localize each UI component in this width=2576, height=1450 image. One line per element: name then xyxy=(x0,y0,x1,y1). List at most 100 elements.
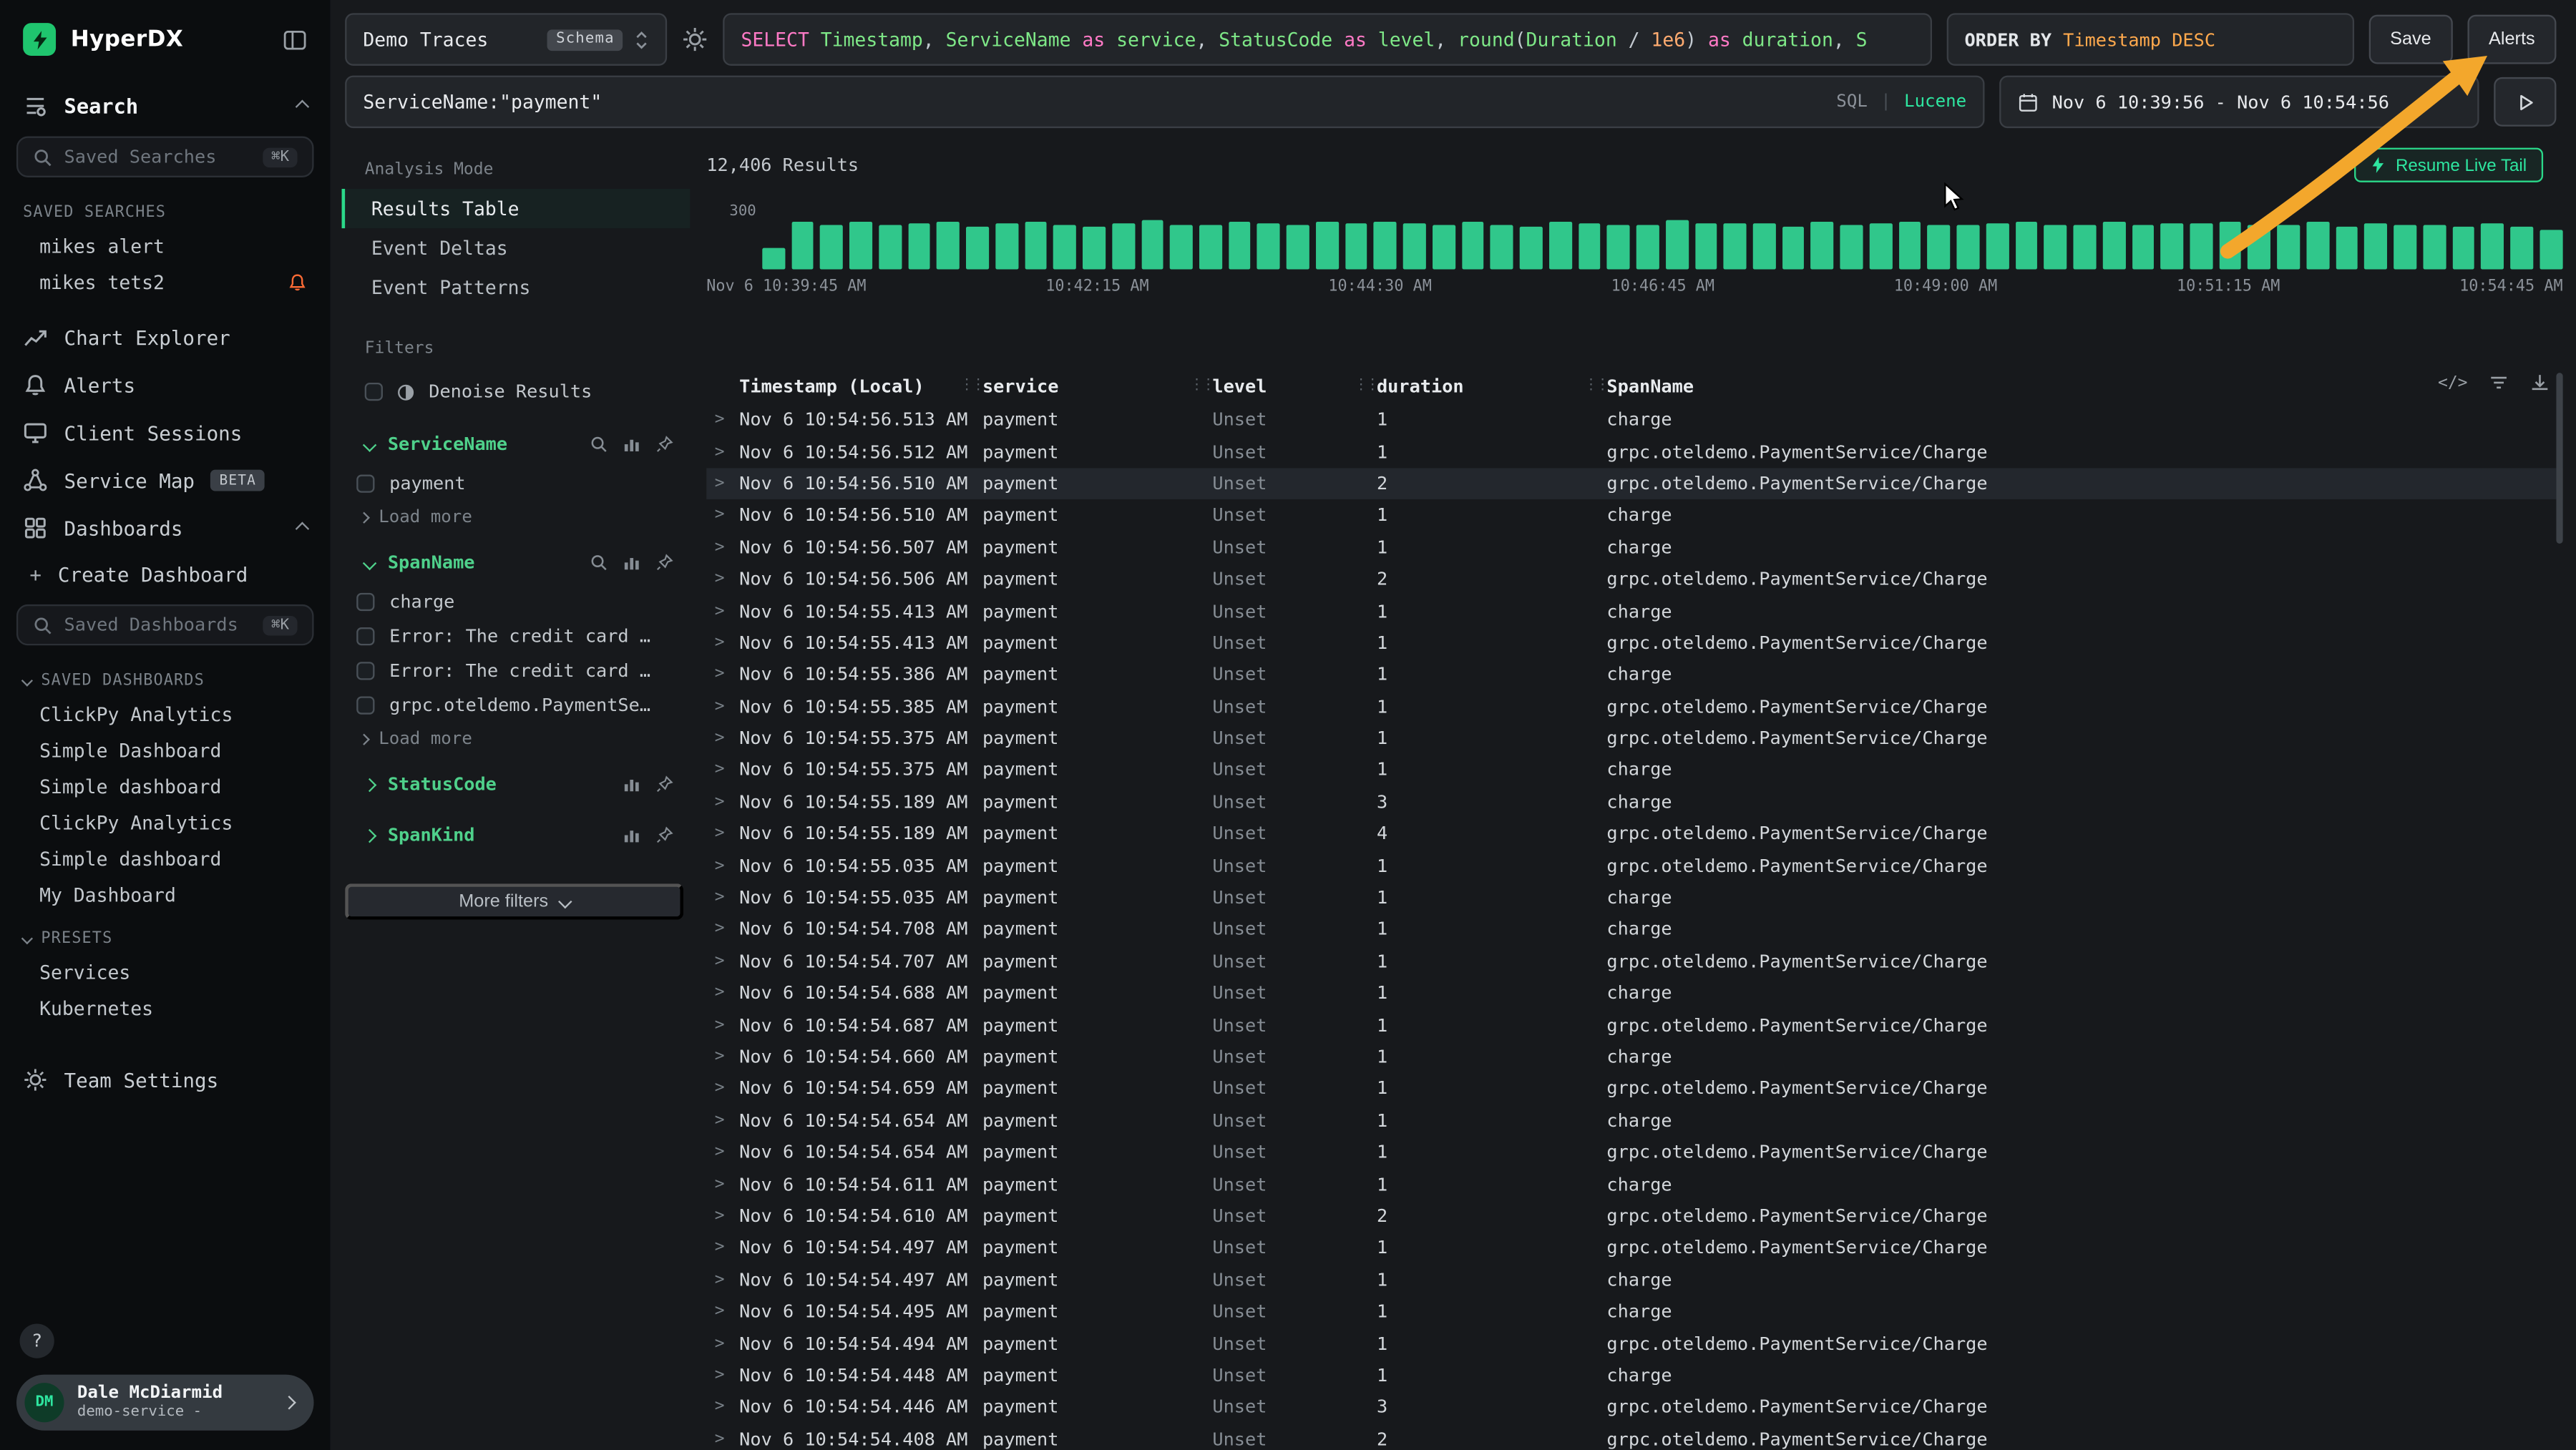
table-row[interactable]: >Nov 6 10:54:56.513 AMpaymentUnset1charg… xyxy=(706,404,2562,436)
histogram-bar[interactable] xyxy=(1433,225,1455,270)
histogram-bar[interactable] xyxy=(821,224,844,269)
histogram-bar[interactable] xyxy=(762,249,785,270)
histogram-bar[interactable] xyxy=(1782,226,1805,270)
facet-checkbox[interactable] xyxy=(356,475,374,493)
analysis-mode-item[interactable]: Results Table xyxy=(342,189,691,228)
histogram-bar[interactable] xyxy=(2394,224,2416,269)
histogram-bar[interactable] xyxy=(1462,222,1485,269)
row-expand-icon[interactable]: > xyxy=(706,1398,739,1416)
presets-heading[interactable]: PRESETS xyxy=(0,913,330,954)
sidebar-item-service-map[interactable]: Service Map BETA xyxy=(0,456,330,504)
histogram-bar[interactable] xyxy=(1316,222,1339,270)
table-row[interactable]: >Nov 6 10:54:54.687 AMpaymentUnset1grpc.… xyxy=(706,1009,2562,1042)
saved-dashboard-item[interactable]: Simple Dashboard xyxy=(0,733,330,769)
search-query-input[interactable] xyxy=(363,90,1823,113)
resume-live-tail-button[interactable]: Resume Live Tail xyxy=(2355,148,2543,182)
facet-header[interactable]: StatusCode xyxy=(342,762,691,806)
histogram-bar[interactable] xyxy=(1898,222,1921,270)
histogram-bar[interactable] xyxy=(966,226,989,269)
histogram-bar[interactable] xyxy=(2540,229,2562,269)
histogram-bar[interactable] xyxy=(2248,225,2271,269)
histogram-bar[interactable] xyxy=(1112,222,1135,269)
column-header[interactable]: ⋮⋮duration xyxy=(1377,376,1606,397)
sql-mode-toggle[interactable]: SQL xyxy=(1836,92,1868,112)
date-range-picker[interactable]: Nov 6 10:39:56 - Nov 6 10:54:56 xyxy=(1999,76,2479,128)
preset-item[interactable]: Kubernetes xyxy=(0,990,330,1027)
saved-dashboard-item[interactable]: ClickPy Analytics xyxy=(0,805,330,841)
histogram-bar[interactable] xyxy=(1840,225,1863,269)
histogram-bar[interactable] xyxy=(2190,223,2212,270)
row-expand-icon[interactable]: > xyxy=(706,1207,739,1225)
row-expand-icon[interactable]: > xyxy=(706,1079,739,1097)
column-resize-handle[interactable]: ⋮⋮ xyxy=(1584,377,1606,393)
row-expand-icon[interactable]: > xyxy=(706,1430,739,1448)
row-expand-icon[interactable]: > xyxy=(706,1175,739,1193)
histogram-bar[interactable] xyxy=(1928,224,1951,269)
source-settings-gear-icon[interactable] xyxy=(682,26,708,53)
row-expand-icon[interactable]: > xyxy=(706,570,739,588)
saved-search-item[interactable]: mikes alert xyxy=(0,228,330,265)
histogram-bar[interactable] xyxy=(1811,222,1834,270)
histogram-bar[interactable] xyxy=(2015,221,2038,269)
facet-option[interactable]: Error: The credit card … xyxy=(342,654,691,688)
histogram-bar[interactable] xyxy=(2132,225,2155,269)
column-resize-handle[interactable]: ⋮⋮ xyxy=(1189,377,1212,393)
table-row[interactable]: >Nov 6 10:54:54.688 AMpaymentUnset1charg… xyxy=(706,977,2562,1009)
histogram-bar[interactable] xyxy=(1520,226,1543,270)
histogram-bar[interactable] xyxy=(1229,222,1252,270)
row-expand-icon[interactable]: > xyxy=(706,634,739,652)
histogram-bar[interactable] xyxy=(2161,224,2184,270)
row-expand-icon[interactable]: > xyxy=(706,1048,739,1066)
row-expand-icon[interactable]: > xyxy=(706,1366,739,1384)
row-expand-icon[interactable]: > xyxy=(706,538,739,556)
histogram-bar[interactable] xyxy=(2423,225,2446,269)
row-expand-icon[interactable]: > xyxy=(706,984,739,1002)
row-expand-icon[interactable]: > xyxy=(706,506,739,524)
facet-option[interactable]: grpc.oteldemo.PaymentSe… xyxy=(342,688,691,722)
histogram-bar[interactable] xyxy=(2102,222,2125,270)
saved-dashboards-heading[interactable]: SAVED DASHBOARDS xyxy=(0,655,330,696)
results-histogram[interactable]: 300 Nov 6 10:39:45 AM10:42:15 AM10:44:30… xyxy=(706,215,2562,296)
row-expand-icon[interactable]: > xyxy=(706,443,739,461)
sidebar-item-client-sessions[interactable]: Client Sessions xyxy=(0,409,330,457)
histogram-bar[interactable] xyxy=(2306,222,2329,269)
table-row[interactable]: >Nov 6 10:54:55.385 AMpaymentUnset1grpc.… xyxy=(706,690,2562,722)
saved-dashboards-search[interactable]: ⌘K xyxy=(16,604,314,645)
facet-header[interactable]: SpanKind xyxy=(342,813,691,857)
histogram-bar[interactable] xyxy=(2510,227,2533,270)
histogram-bar[interactable] xyxy=(2044,224,2067,269)
histogram-bar[interactable] xyxy=(2365,223,2388,270)
facet-checkbox[interactable] xyxy=(356,696,374,714)
saved-search-item[interactable]: mikes tets2 xyxy=(0,265,330,301)
histogram-bar[interactable] xyxy=(1083,227,1106,270)
load-more[interactable]: Load more xyxy=(342,722,691,755)
row-expand-icon[interactable]: > xyxy=(706,474,739,492)
row-expand-icon[interactable]: > xyxy=(706,697,739,715)
analysis-mode-item[interactable]: Event Deltas xyxy=(342,228,691,268)
row-expand-icon[interactable]: > xyxy=(706,1143,739,1161)
histogram-bar[interactable] xyxy=(2074,225,2097,269)
table-row[interactable]: >Nov 6 10:54:55.375 AMpaymentUnset1charg… xyxy=(706,755,2562,787)
more-filters-button[interactable]: More filters xyxy=(345,883,683,920)
create-dashboard-button[interactable]: + Create Dashboard xyxy=(0,552,330,597)
load-more[interactable]: Load more xyxy=(342,501,691,534)
row-expand-icon[interactable]: > xyxy=(706,825,739,843)
table-row[interactable]: >Nov 6 10:54:56.510 AMpaymentUnset2grpc.… xyxy=(706,468,2562,500)
facet-option[interactable]: charge xyxy=(342,584,691,619)
denoise-results-row[interactable]: Denoise Results xyxy=(342,368,691,416)
code-view-icon[interactable]: </> xyxy=(2438,373,2467,391)
saved-searches-search[interactable]: ⌘K xyxy=(16,137,314,177)
table-row[interactable]: >Nov 6 10:54:54.707 AMpaymentUnset1grpc.… xyxy=(706,946,2562,978)
table-row[interactable]: >Nov 6 10:54:54.446 AMpaymentUnset3grpc.… xyxy=(706,1391,2562,1424)
table-row[interactable]: >Nov 6 10:54:54.610 AMpaymentUnset2grpc.… xyxy=(706,1200,2562,1233)
table-row[interactable]: >Nov 6 10:54:54.448 AMpaymentUnset1charg… xyxy=(706,1359,2562,1391)
histogram-bar[interactable] xyxy=(1607,224,1630,269)
histogram-bar[interactable] xyxy=(1578,223,1601,269)
table-row[interactable]: >Nov 6 10:54:56.507 AMpaymentUnset1charg… xyxy=(706,531,2562,564)
denoise-checkbox[interactable] xyxy=(365,383,383,401)
table-row[interactable]: >Nov 6 10:54:55.189 AMpaymentUnset4grpc.… xyxy=(706,818,2562,851)
histogram-bar[interactable] xyxy=(1724,224,1747,270)
histogram-bar[interactable] xyxy=(2452,227,2475,270)
table-row[interactable]: >Nov 6 10:54:54.495 AMpaymentUnset1charg… xyxy=(706,1295,2562,1328)
order-by-editor[interactable]: ORDER BY Timestamp DESC xyxy=(1946,13,2353,65)
